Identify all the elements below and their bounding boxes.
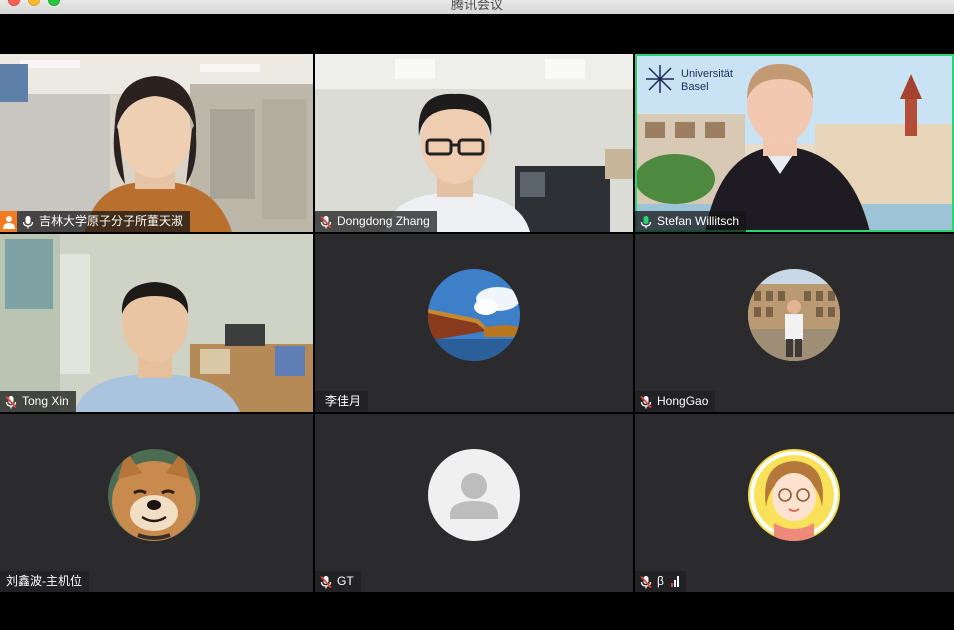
participant-nameplate: HongGao [635,391,716,412]
mic-muted-icon [320,575,332,588]
participant-name: β [657,574,664,588]
participant-video [315,54,633,232]
participant-tile-active-speaker[interactable]: Universität Basel Stefan Willitsch [635,54,954,232]
window-title: 腾讯会议 [450,0,503,12]
participant-name: Stefan Willitsch [657,214,740,228]
default-avatar-icon [428,449,520,541]
participant-nameplate: 吉林大学原子分子所董天淑 [0,211,191,232]
meeting-bottom-bar [0,592,954,630]
mic-muted-icon [640,395,652,408]
participant-nameplate: Dongdong Zhang [315,211,437,232]
host-icon [0,211,17,232]
participant-tile[interactable]: β [635,414,954,592]
participant-name: 刘鑫波-主机位 [6,574,82,588]
participant-nameplate: Stefan Willitsch [635,211,747,232]
participant-name: Dongdong Zhang [337,214,430,228]
participant-video [0,234,313,412]
window-titlebar: 腾讯会议 [0,0,954,14]
participant-tile[interactable]: GT [315,414,633,592]
microphone-active-icon [640,215,652,228]
mic-muted-icon [320,215,332,228]
participant-avatar [748,449,840,541]
participant-name: Tong Xin [22,394,69,408]
weak-network-signal-icon [670,576,679,587]
participant-tile[interactable]: 李佳月 [315,234,633,412]
participant-name: 吉林大学原子分子所董天淑 [39,214,184,228]
mic-muted-icon [640,575,652,588]
participant-nameplate: GT [315,571,361,592]
participant-nameplate: Tong Xin [0,391,76,412]
participant-tile[interactable]: Tong Xin [0,234,313,412]
participant-grid: 吉林大学原子分子所董天淑 Dongdong Zhang Universität … [0,54,954,592]
university-logo-text: Universität [681,68,733,80]
participant-tile[interactable]: Dongdong Zhang [315,54,633,232]
participant-nameplate: 刘鑫波-主机位 [0,571,89,592]
participant-tile[interactable]: 吉林大学原子分子所董天淑 [0,54,313,232]
participant-video: Universität Basel [635,54,954,232]
mic-muted-icon [5,395,17,408]
meeting-top-bar [0,14,954,54]
microphone-icon [22,215,34,228]
participant-avatar [748,269,840,361]
participant-name: 李佳月 [325,394,362,408]
participant-tile[interactable]: HongGao [635,234,954,412]
participant-nameplate: β [635,571,686,592]
participant-name: GT [337,574,354,588]
participant-tile[interactable]: 刘鑫波-主机位 [0,414,313,592]
participant-avatar [108,449,200,541]
participant-video [0,54,313,232]
university-logo-text: Basel [681,81,709,93]
participant-avatar [428,269,520,361]
participant-name: HongGao [657,394,709,408]
participant-nameplate: 李佳月 [315,391,369,412]
